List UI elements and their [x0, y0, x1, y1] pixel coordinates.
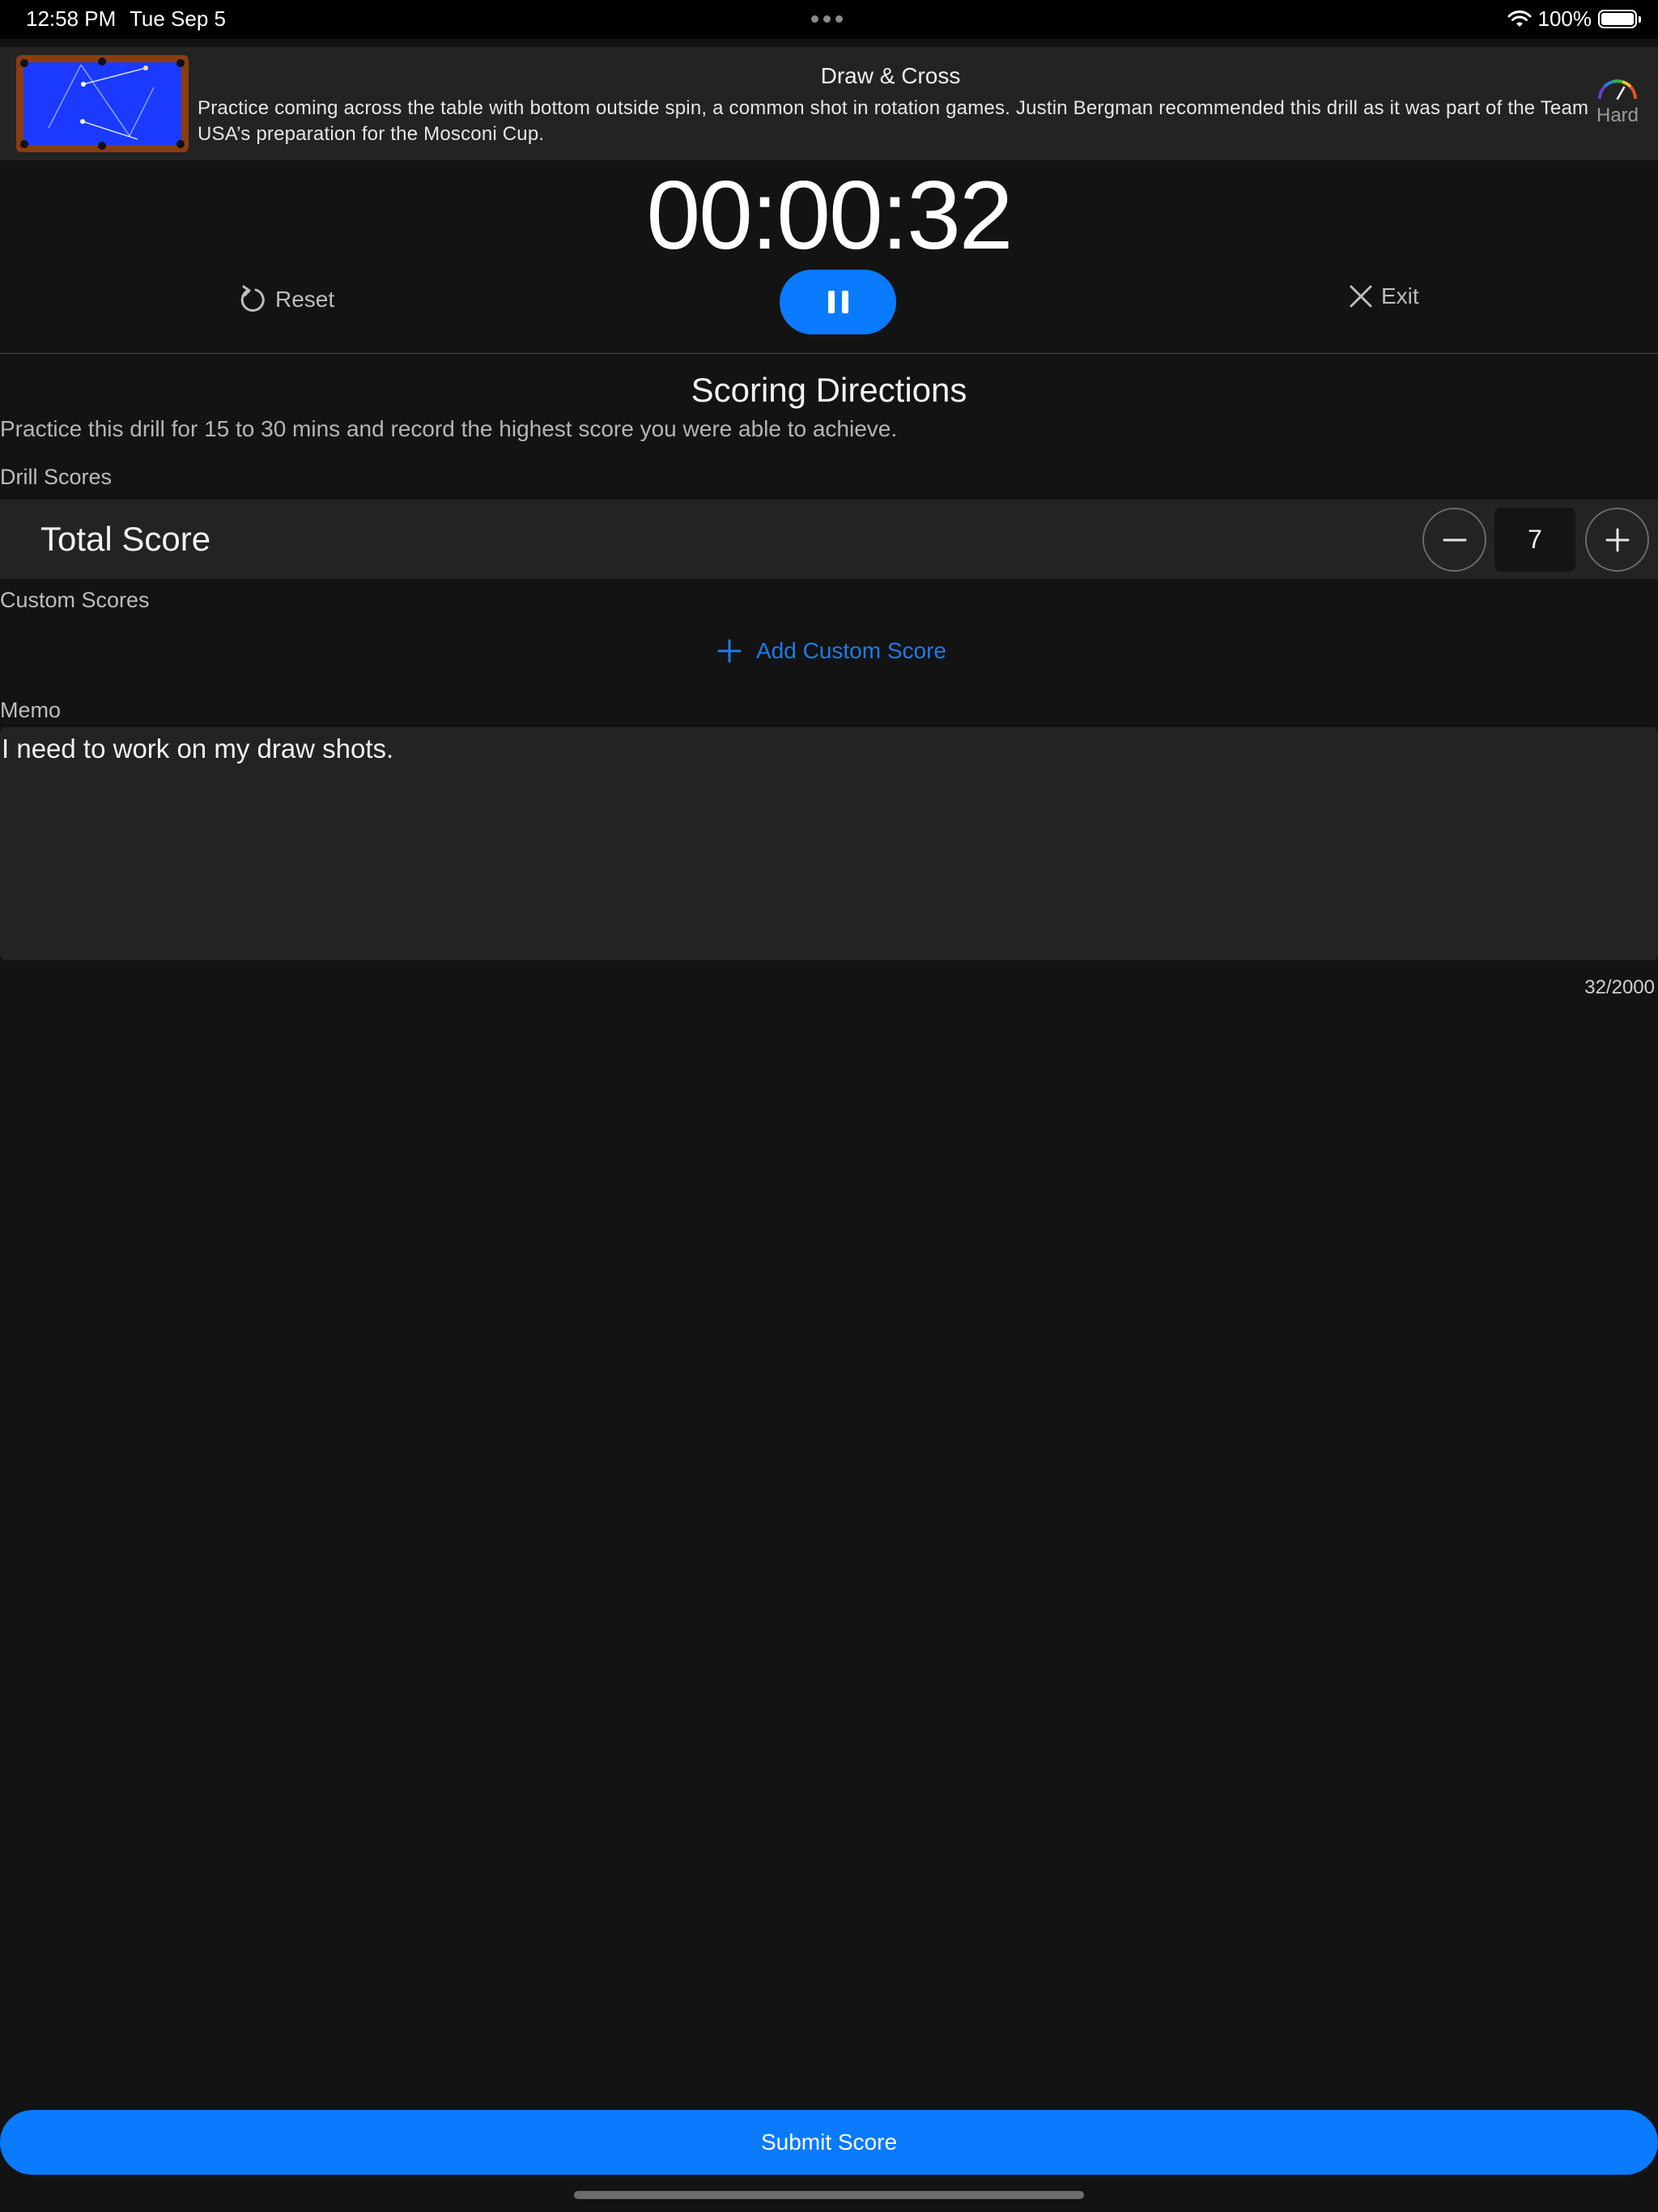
- memo-char-count: 32/2000: [1584, 976, 1655, 998]
- multitasking-dots-icon[interactable]: [811, 15, 843, 23]
- wifi-icon: [1507, 10, 1531, 27]
- battery-percent: 100%: [1537, 6, 1592, 31]
- minus-icon: [1443, 538, 1466, 541]
- memo-textarea[interactable]: I need to work on my draw shots.: [0, 727, 1658, 960]
- home-indicator[interactable]: [574, 2191, 1084, 2199]
- status-date: Tue Sep 5: [130, 6, 227, 31]
- memo-text: I need to work on my draw shots.: [2, 734, 394, 764]
- scoring-directions-title: Scoring Directions: [691, 371, 967, 409]
- difficulty-label: Hard: [1596, 104, 1639, 126]
- pause-button[interactable]: [780, 270, 896, 334]
- reset-icon: [240, 285, 265, 312]
- decrement-button[interactable]: [1422, 508, 1486, 572]
- add-custom-score-button[interactable]: Add Custom Score: [717, 638, 946, 664]
- status-indicators: 100%: [1507, 6, 1641, 32]
- drill-session-screen: 12:58 PM Tue Sep 5 100% Draw & Cross Pra…: [0, 0, 1658, 2212]
- difficulty-gauge-icon: [1598, 79, 1637, 100]
- drill-description: Practice coming across the table with bo…: [198, 97, 1589, 145]
- status-time: 12:58 PM: [26, 6, 117, 31]
- pause-icon: [827, 291, 835, 313]
- drill-header: Draw & Cross Practice coming across the …: [0, 47, 1658, 160]
- drill-scores-label: Drill Scores: [0, 465, 113, 489]
- increment-button[interactable]: [1585, 508, 1649, 572]
- add-custom-score-label: Add Custom Score: [756, 638, 946, 663]
- custom-scores-label: Custom Scores: [0, 588, 150, 612]
- exit-label: Exit: [1381, 283, 1419, 308]
- reset-label: Reset: [275, 287, 335, 312]
- scoring-directions-text: Practice this drill for 15 to 30 mins an…: [0, 416, 898, 441]
- status-bar: 12:58 PM Tue Sep 5 100%: [0, 0, 1658, 39]
- reset-button[interactable]: Reset: [238, 283, 334, 316]
- timer-display: 00:00:32: [646, 161, 1013, 270]
- total-score-row: Total Score 7: [0, 500, 1658, 579]
- plus-icon: [717, 639, 742, 663]
- close-icon: [1350, 285, 1372, 308]
- submit-score-button[interactable]: Submit Score: [0, 2110, 1658, 2175]
- exit-button[interactable]: Exit: [1349, 283, 1419, 309]
- plus-icon: [1605, 528, 1629, 551]
- difficulty-badge: Hard: [1588, 78, 1647, 127]
- battery-icon: [1598, 10, 1641, 28]
- memo-label: Memo: [0, 698, 62, 722]
- total-score-label: Total Score: [40, 520, 211, 558]
- total-score-value[interactable]: 7: [1494, 508, 1575, 572]
- drill-title: Draw & Cross: [820, 63, 961, 88]
- divider: [0, 353, 1658, 354]
